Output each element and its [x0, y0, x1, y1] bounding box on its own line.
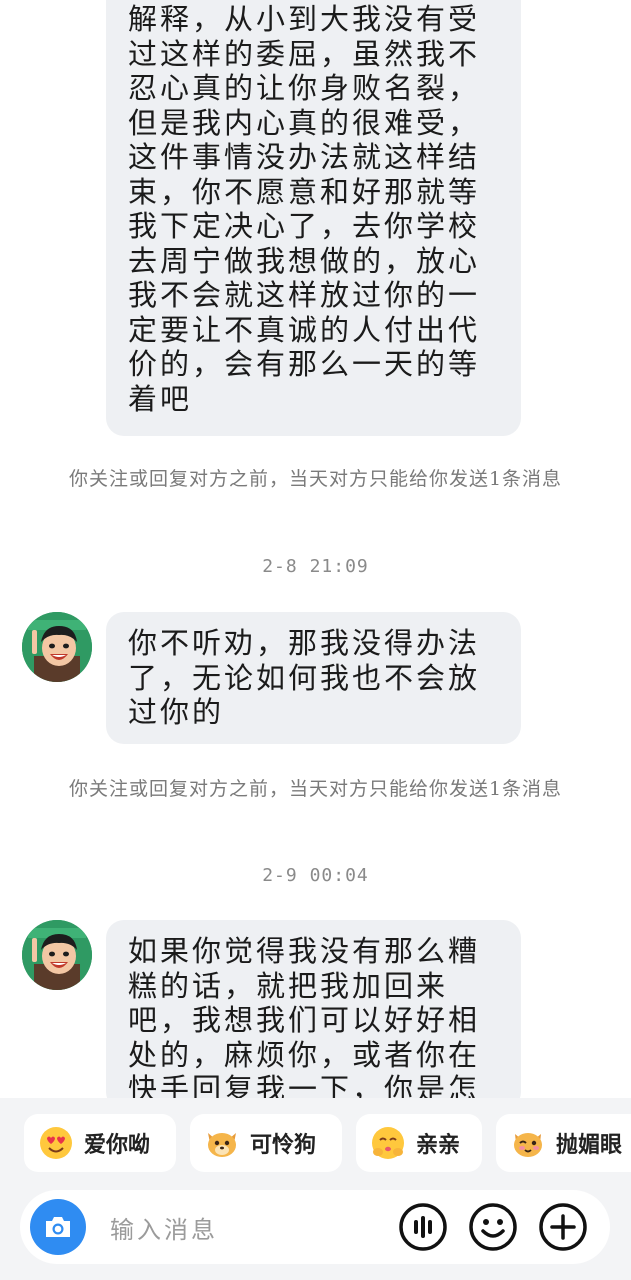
- cartoon-avatar-icon: [22, 920, 92, 990]
- wink-emoji-icon: [514, 1133, 542, 1157]
- message-bubble: 解释，从小到大我没有受过这样的委屈，虽然我不忍心真的让你身败名裂，但是我内心真的…: [106, 0, 521, 436]
- message-bubble: 你不听劝，那我没得办法了，无论如何我也不会放过你的: [106, 612, 521, 744]
- avatar[interactable]: [22, 612, 92, 682]
- message-input-placeholder: 输入消息: [110, 1216, 218, 1244]
- heart-eyes-emoji-icon: [40, 1127, 72, 1159]
- cartoon-avatar-icon: [22, 612, 92, 682]
- message-bubble: 如果你觉得我没有那么糟糕的话，就把我加回来吧，我想我们可以好好相处的，麻烦你，或…: [106, 920, 521, 1110]
- camera-button[interactable]: [30, 1199, 86, 1255]
- quick-reply-label: 爱你呦: [84, 1132, 151, 1158]
- quick-reply-chip[interactable]: 可怜狗: [190, 1114, 342, 1172]
- plus-icon[interactable]: [538, 1202, 588, 1252]
- pitiful-dog-emoji-icon: [208, 1133, 236, 1157]
- quick-reply-label: 亲亲: [416, 1132, 461, 1158]
- kiss-emoji-icon: [372, 1127, 404, 1159]
- message-input-field[interactable]: 输入消息: [20, 1190, 610, 1264]
- system-notice: 你关注或回复对方之前，当天对方只能给你发送1条消息: [68, 468, 563, 490]
- quick-reply-bar: 爱你呦 可怜狗 亲亲 抛媚眼: [0, 1098, 631, 1190]
- system-notice: 你关注或回复对方之前，当天对方只能给你发送1条消息: [68, 778, 563, 800]
- quick-reply-label: 可怜狗: [250, 1132, 317, 1158]
- timestamp: 2-9 00:04: [262, 865, 369, 886]
- camera-icon: [46, 1217, 70, 1237]
- emoji-icon[interactable]: [468, 1202, 518, 1252]
- quick-reply-chip[interactable]: 亲亲: [356, 1114, 482, 1172]
- chat-screen: 解释，从小到大我没有受过这样的委屈，虽然我不忍心真的让你身败名裂，但是我内心真的…: [0, 0, 631, 1280]
- timestamp: 2-8 21:09: [262, 556, 369, 577]
- quick-reply-chip[interactable]: 爱你呦: [24, 1114, 176, 1172]
- quick-reply-chip[interactable]: 抛媚眼: [496, 1114, 631, 1172]
- voice-icon[interactable]: [398, 1202, 448, 1252]
- message-input-bar: 输入消息: [0, 1190, 631, 1280]
- avatar[interactable]: [22, 920, 92, 990]
- quick-reply-label: 抛媚眼: [556, 1132, 623, 1158]
